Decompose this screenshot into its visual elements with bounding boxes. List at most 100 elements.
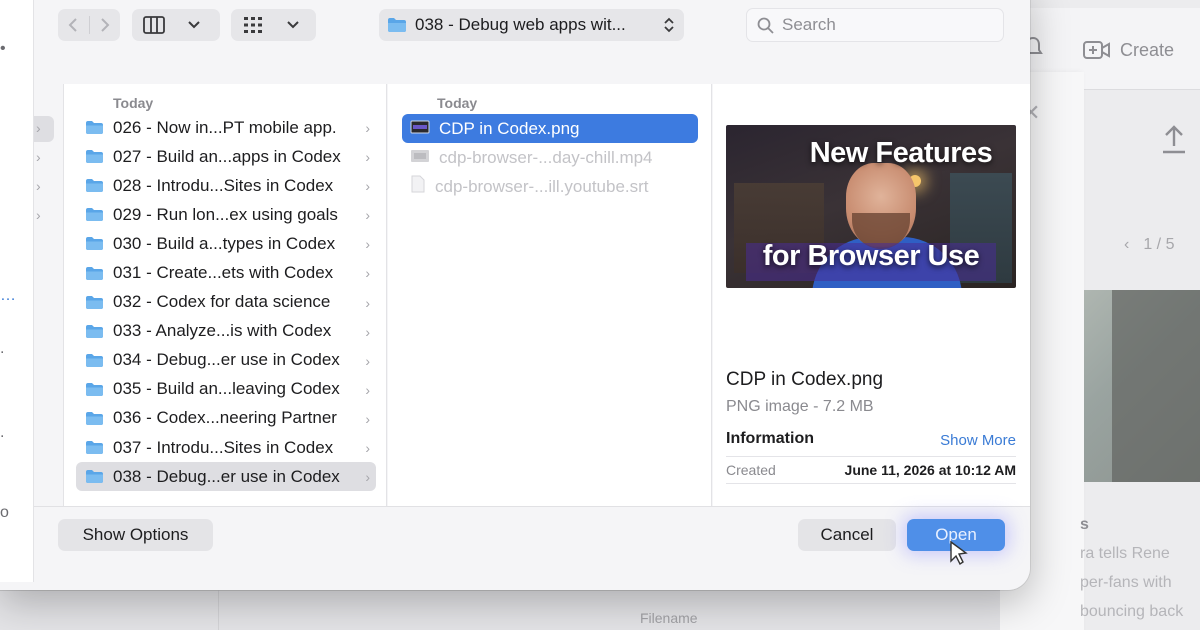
chevron-right-icon: › [365,352,370,369]
folder-icon [85,149,104,164]
dialog-sidebar: • … . . o [0,0,34,582]
created-label: Created [726,462,776,478]
file-name: cdp-browser-...ill.youtube.srt [435,176,649,196]
chevron-left-icon [68,18,77,32]
folder-icon [85,411,104,426]
chevron-right-icon: › [365,236,370,253]
navigation-control [58,9,120,41]
group-mode-button[interactable] [231,9,316,41]
show-more-link[interactable]: Show More [940,432,1016,449]
folder-list: 026 - Now in...PT mobile app. › 027 - Buil… [76,113,376,492]
folder-row[interactable]: 027 - Build an...apps in Codex › [76,142,376,171]
dialog-toolbar: 038 - Debug web apps wit... Search [34,0,1030,68]
chevron-right-icon: › [365,469,370,486]
folder-row[interactable]: 031 - Create...ets with Codex › [76,258,376,287]
chevron-right-icon: › [36,149,41,165]
file-name: cdp-browser-...day-chill.mp4 [439,147,653,167]
folder-row[interactable]: 028 - Introdu...Sites in Codex › [76,171,376,200]
folder-name: 034 - Debug...er use in Codex [113,350,340,370]
preview-file-kind: PNG image - 7.2 MB [726,398,874,415]
folder-icon [85,120,104,135]
location-popup[interactable]: 038 - Debug web apps wit... [379,9,684,41]
folder-icon [85,324,104,339]
show-options-button[interactable]: Show Options [58,519,213,551]
background-pager: ‹ 1 / 5 [1124,236,1174,254]
search-placeholder: Search [782,15,836,34]
mouse-pointer-icon [950,540,968,566]
sidebar-glyph[interactable]: . [0,424,4,442]
background-desc-line: bouncing back [1080,603,1184,620]
sidebar-glyph[interactable]: . [0,340,4,358]
folder-name: 032 - Codex for data science [113,292,331,312]
chevron-right-icon: › [36,120,41,136]
file-row: cdp-browser-...ill.youtube.srt [402,172,698,201]
folder-row[interactable]: 034 - Debug...er use in Codex › [76,346,376,375]
folder-icon [85,382,104,397]
folder-row[interactable]: 026 - Now in...PT mobile app. › [76,113,376,142]
chevron-right-icon: › [36,207,41,223]
folder-name: 037 - Introdu...Sites in Codex [113,437,334,457]
folder-row[interactable]: 033 - Analyze...is with Codex › [76,317,376,346]
sidebar-glyph[interactable]: • [0,40,6,58]
chevron-right-icon: › [365,381,370,398]
file-row[interactable]: CDP in Codex.png [402,114,698,143]
dialog-bottom-bar: Show Options Cancel Open [34,506,1030,590]
image-file-icon [410,119,430,139]
create-button[interactable]: Create [1082,36,1174,64]
sidebar-glyph[interactable]: … [0,287,16,305]
folder-icon [85,236,104,251]
chevron-right-icon: › [365,149,370,166]
folder-icon [85,469,104,484]
up-down-chevron-icon [664,17,674,33]
folders-column: Today 026 - Now in...PT mobile app. › 027 … [64,84,387,508]
location-label: 038 - Debug web apps wit... [415,15,626,34]
file-row: cdp-browser-...day-chill.mp4 [402,143,698,172]
pager-label: 1 / 5 [1143,236,1175,253]
grid-group-icon [231,9,275,41]
preview-thumbnail: New Features for Browser Use [726,125,1016,288]
background-desc-line: s [1080,516,1089,533]
folder-row[interactable]: 037 - Introdu...Sites in Codex › [76,433,376,462]
view-mode-button[interactable] [132,9,220,41]
chevron-right-icon: › [365,410,370,427]
thumbnail-title-line2: for Browser Use [762,240,980,272]
chevron-right-icon: › [365,120,370,136]
folder-name: 033 - Analyze...is with Codex [113,321,332,341]
back-button[interactable] [58,9,89,41]
chevron-down-icon [275,9,311,41]
background-desc-line: per-fans with [1080,574,1172,591]
file-list: CDP in Codex.png cdp-browser-...day-chill… [402,114,698,201]
folder-row[interactable]: 030 - Build a...types in Codex › [76,229,376,258]
search-icon [757,17,774,34]
chevron-right-icon: › [365,440,370,457]
information-heading: Information [726,430,814,447]
files-column: Today CDP in Codex.png cdp-browser-...day… [388,84,712,508]
chevron-right-icon: › [365,178,370,195]
chevron-left-icon[interactable]: ‹ [1124,236,1129,254]
background-divider [218,590,219,630]
folder-icon [85,353,104,368]
folder-row[interactable]: 029 - Run lon...ex using goals › [76,200,376,229]
forward-button[interactable] [90,9,121,41]
folder-icon [85,295,104,310]
folder-icon [388,18,406,32]
upload-icon[interactable] [1160,124,1188,156]
create-label: Create [1120,39,1175,60]
folder-icon [85,266,104,281]
open-file-dialog: • … . . o 038 - Debug web apps wit... Se… [0,0,1030,590]
folder-name: 026 - Now in...PT mobile app. [113,117,337,137]
created-value: June 11, 2026 at 10:12 AM [844,462,1016,478]
folder-row[interactable]: 032 - Codex for data science › [76,288,376,317]
folder-name: 035 - Build an...leaving Codex [113,379,340,399]
folder-row[interactable]: 036 - Codex...neering Partner › [76,404,376,433]
background-bottom-strip [0,590,1000,630]
folders-column-header: Today [113,95,154,111]
search-field[interactable]: Search [746,8,1004,42]
cancel-button[interactable]: Cancel [798,519,896,551]
background-description: s ra tells Rene per-fans with bouncing b… [1080,510,1200,626]
folder-row[interactable]: 035 - Build an...leaving Codex › [76,375,376,404]
sidebar-glyph[interactable]: o [0,504,9,522]
folder-row[interactable]: 038 - Debug...er use in Codex › [76,462,376,492]
folder-name: 028 - Introdu...Sites in Codex [113,175,334,195]
folder-icon [85,178,104,193]
